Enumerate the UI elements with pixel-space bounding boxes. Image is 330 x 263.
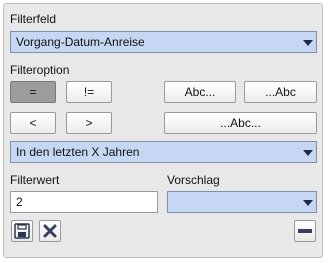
- filterwert-label: Filterwert: [10, 173, 60, 187]
- save-button[interactable]: [11, 220, 33, 242]
- starts-with-button[interactable]: Abc...: [164, 81, 236, 103]
- chevron-down-icon: [303, 200, 313, 206]
- filterfeld-select[interactable]: Vorgang-Datum-Anreise: [10, 31, 317, 53]
- greater-than-button[interactable]: >: [66, 112, 112, 134]
- delete-button[interactable]: [39, 220, 61, 242]
- range-select-value: In den letzten X Jahren: [16, 145, 140, 159]
- chevron-down-icon: [303, 150, 313, 156]
- vorschlag-select[interactable]: [167, 191, 317, 213]
- less-than-button[interactable]: <: [10, 112, 56, 134]
- save-icon: [14, 223, 30, 239]
- not-equals-button[interactable]: !=: [66, 81, 112, 103]
- contains-button[interactable]: ...Abc...: [164, 112, 317, 134]
- filter-panel: Filterfeld Vorgang-Datum-Anreise Filtero…: [3, 3, 323, 258]
- equals-button[interactable]: =: [10, 81, 56, 103]
- delete-icon: [43, 224, 57, 238]
- filterfeld-label: Filterfeld: [10, 12, 57, 26]
- chevron-down-icon: [303, 40, 313, 46]
- ends-with-button[interactable]: ...Abc: [244, 81, 317, 103]
- range-select[interactable]: In den letzten X Jahren: [10, 141, 317, 163]
- remove-icon: [298, 229, 312, 233]
- filterwert-input[interactable]: 2: [10, 191, 158, 213]
- filterfeld-value: Vorgang-Datum-Anreise: [16, 35, 145, 49]
- remove-button[interactable]: [294, 220, 316, 242]
- vorschlag-label: Vorschlag: [167, 173, 220, 187]
- filteroption-label: Filteroption: [10, 63, 70, 77]
